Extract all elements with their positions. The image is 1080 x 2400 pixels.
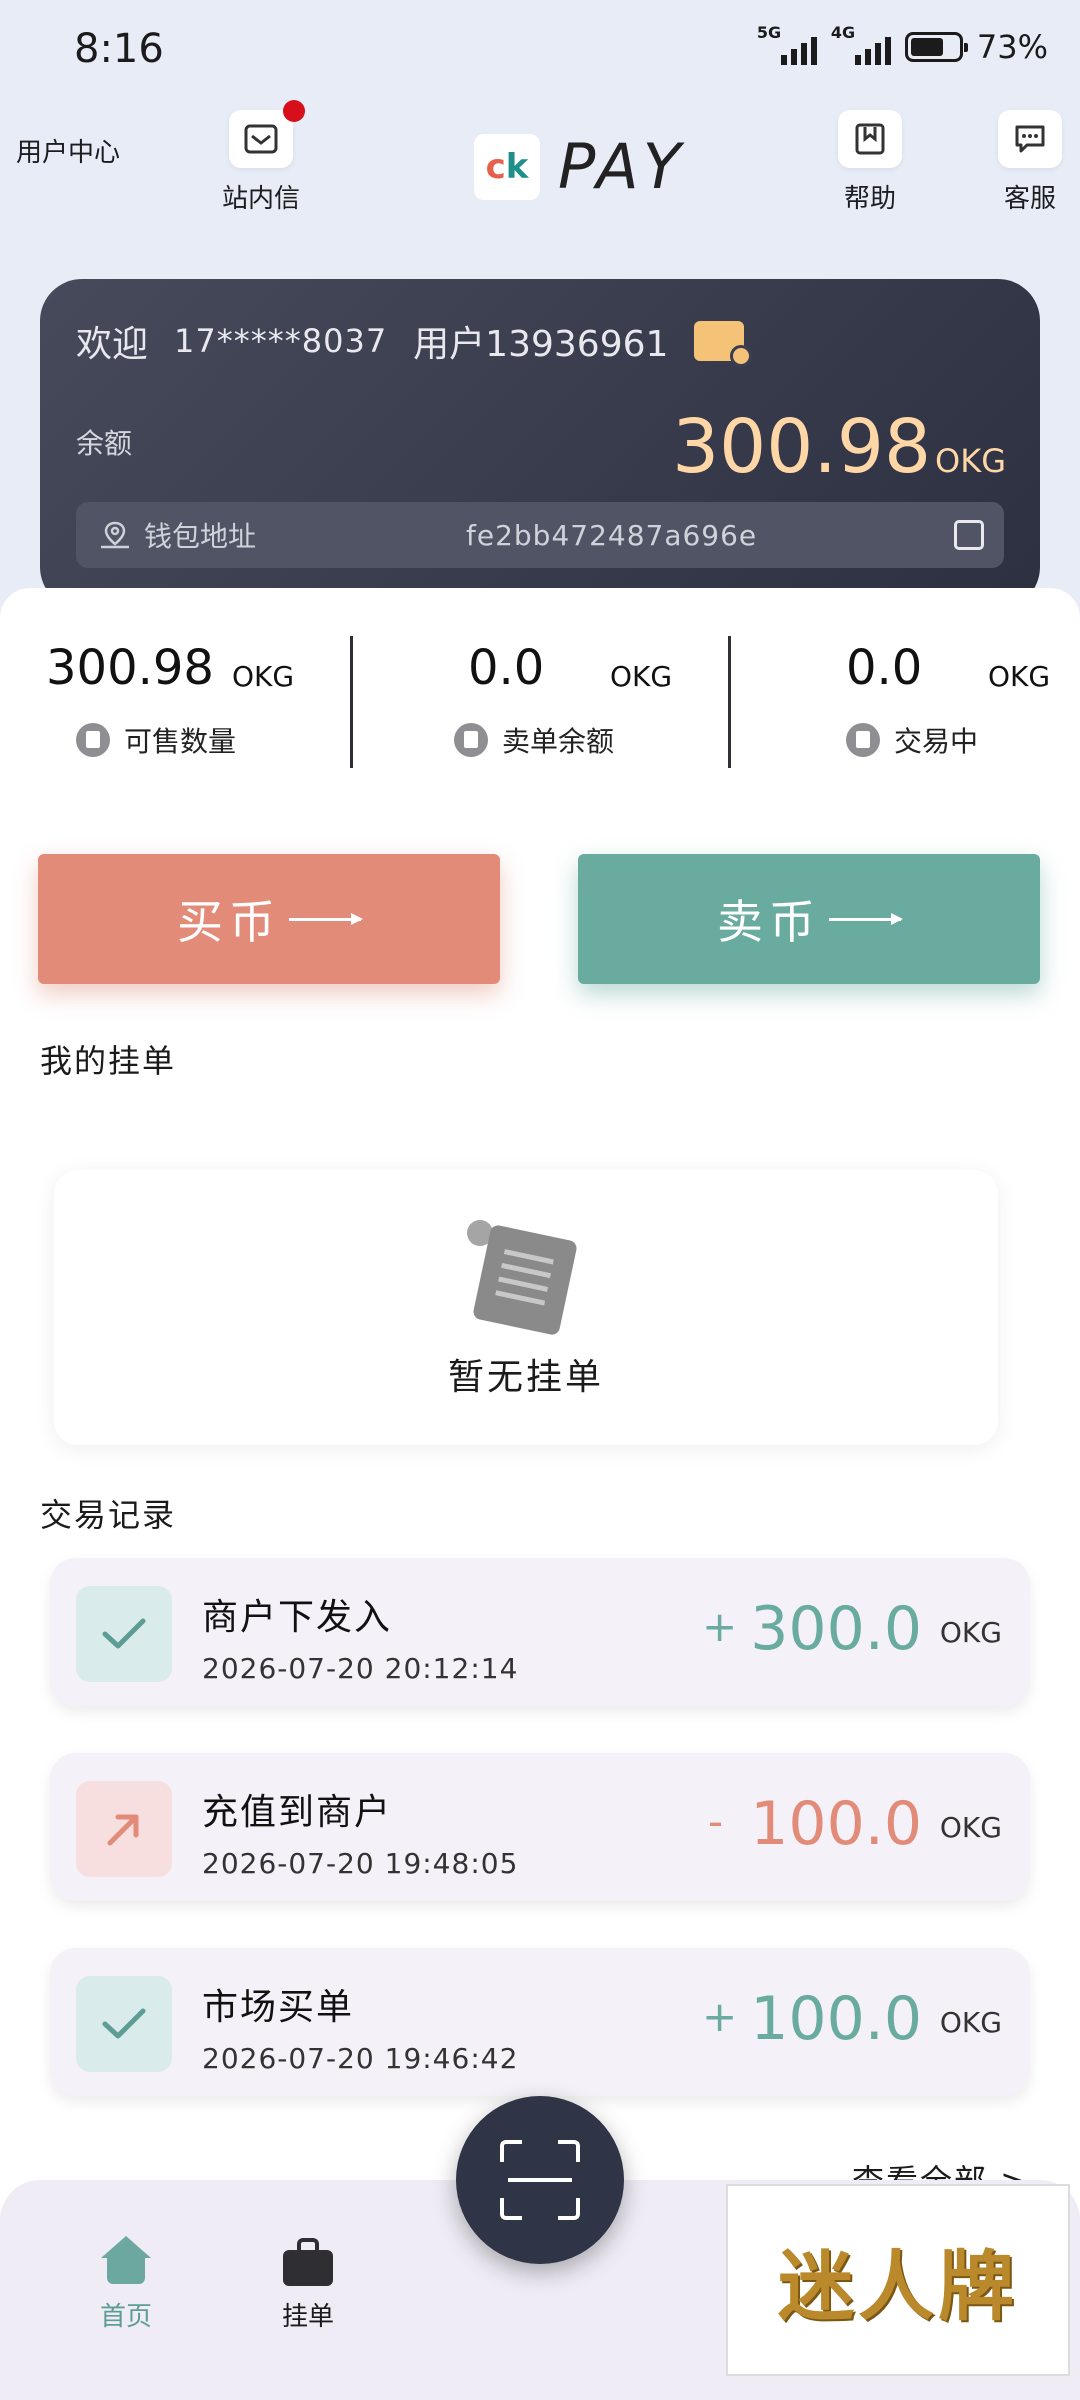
arrow-right-icon: [829, 912, 903, 925]
my-orders-title: 我的挂单: [40, 1042, 177, 1080]
empty-document-icon: [461, 1220, 591, 1337]
check-icon: [76, 1976, 172, 2072]
support-label: 客服: [1003, 184, 1056, 214]
stat-sell-balance: 0.0 OKG 卖单余额: [454, 640, 798, 760]
unread-badge: [283, 100, 305, 122]
logo-text: PAY: [558, 130, 685, 203]
wallet-address-bar: 钱包地址 fe2bb472487a696e: [76, 502, 1004, 568]
support-button[interactable]: 客服: [998, 110, 1062, 215]
user-center-link[interactable]: 用户中心: [16, 132, 120, 169]
logo-mark-icon: ck: [474, 133, 540, 200]
records-title: 交易记录: [40, 1496, 177, 1534]
arrow-up-right-icon: [76, 1781, 172, 1877]
tx-sign: -: [708, 1797, 724, 1846]
tx-title: 市场买单: [202, 1987, 355, 2028]
stat-sellable: 300.98 OKG 可售数量: [46, 640, 376, 760]
tx-unit: OKG: [939, 1811, 1002, 1844]
arrow-right-icon: [289, 912, 363, 925]
watermark-logo: 迷人牌: [726, 2184, 1070, 2376]
trash-box-icon: [846, 723, 880, 757]
tx-amount: 100.0: [750, 1984, 922, 2054]
stat-label: 卖单余额: [502, 725, 615, 758]
tx-unit: OKG: [939, 1616, 1002, 1649]
stat-value: 0.0: [846, 640, 923, 696]
wallet-address: fe2bb472487a696e: [466, 518, 758, 552]
buy-label: 买币: [177, 895, 281, 949]
tx-sign: +: [702, 1602, 738, 1651]
sell-coin-button[interactable]: 卖币: [578, 854, 1040, 984]
document-icon: [454, 723, 488, 757]
balance-value: 300.98 OKG: [672, 404, 1006, 490]
signal-4g-icon: 4G: [831, 23, 891, 65]
stat-divider: [728, 636, 731, 768]
tx-amount: 100.0: [750, 1789, 922, 1859]
status-icons: 5G 4G 73%: [757, 23, 1048, 66]
tx-title: 充值到商户: [202, 1792, 393, 1833]
scan-button[interactable]: [456, 2096, 624, 2264]
tx-sign: +: [702, 1992, 738, 2041]
inbox-button[interactable]: 站内信: [222, 100, 305, 215]
balance-amount: 300.98: [672, 404, 932, 490]
verified-id-icon: [694, 321, 753, 367]
tx-title: 商户下发入: [202, 1597, 393, 1638]
bag-icon: [283, 2236, 333, 2286]
list-item[interactable]: 商户下发入 2026-07-20 20:12:14 + 300.0 OKG: [50, 1558, 1030, 1706]
battery-percent: 73%: [976, 28, 1048, 66]
signal-5g-icon: 5G: [757, 23, 817, 65]
stat-unit: OKG: [610, 660, 673, 693]
nav-orders-tab[interactable]: 挂单: [282, 2236, 334, 2333]
tx-time: 2026-07-20 19:48:05: [202, 1847, 519, 1880]
username: 用户13936961: [413, 324, 669, 365]
status-time: 8:16: [74, 26, 164, 72]
check-icon: [76, 1586, 172, 1682]
inbox-label: 站内信: [222, 184, 301, 214]
nav-home-label: 首页: [100, 2302, 153, 2332]
buy-coin-button[interactable]: 买币: [38, 854, 500, 984]
phone-number: 17*****8037: [174, 322, 388, 360]
watermark-text: 迷人牌: [778, 2242, 1018, 2331]
copy-icon[interactable]: [954, 520, 984, 550]
stat-in-trade: 0.0 OKG 交易中: [846, 640, 1080, 760]
stat-value: 300.98: [46, 640, 214, 696]
stat-unit: OKG: [232, 660, 295, 693]
tx-time: 2026-07-20 19:46:42: [202, 2042, 519, 2075]
list-item[interactable]: 充值到商户 2026-07-20 19:48:05 - 100.0 OKG: [50, 1753, 1030, 1901]
home-icon: [101, 2236, 151, 2286]
tx-unit: OKG: [939, 2006, 1002, 2039]
nav-home-tab[interactable]: 首页: [100, 2236, 152, 2333]
mail-icon: [229, 100, 305, 168]
sell-label: 卖币: [717, 895, 821, 949]
balance-label: 余额: [76, 427, 133, 460]
scan-icon: [500, 2140, 580, 2220]
help-label: 帮助: [843, 184, 896, 214]
location-pin-icon: [101, 521, 129, 549]
bookmark-book-icon: [838, 110, 902, 168]
welcome-text: 欢迎: [76, 324, 149, 365]
balance-unit: OKG: [935, 442, 1006, 480]
help-button[interactable]: 帮助: [838, 110, 902, 215]
wallet-label: 钱包地址: [144, 520, 257, 553]
stat-label: 交易中: [894, 725, 979, 758]
app-logo: ck PAY: [474, 130, 685, 203]
empty-orders-card: 暂无挂单: [54, 1170, 998, 1445]
stat-divider: [350, 636, 353, 768]
tx-time: 2026-07-20 20:12:14: [202, 1652, 519, 1685]
welcome-line: 欢迎 17*****8037 用户13936961: [76, 315, 753, 367]
nav-orders-label: 挂单: [282, 2302, 335, 2332]
stat-unit: OKG: [988, 660, 1051, 693]
empty-orders-text: 暂无挂单: [447, 1357, 604, 1398]
tx-amount: 300.0: [750, 1594, 922, 1664]
battery-icon: [904, 32, 968, 62]
stat-label: 可售数量: [124, 725, 237, 758]
user-center-label: 用户中心: [16, 138, 121, 168]
chat-bubble-icon: [998, 110, 1062, 168]
stat-value: 0.0: [468, 640, 545, 696]
list-item[interactable]: 市场买单 2026-07-20 19:46:42 + 100.0 OKG: [50, 1948, 1030, 2096]
sellable-icon: [76, 723, 110, 757]
